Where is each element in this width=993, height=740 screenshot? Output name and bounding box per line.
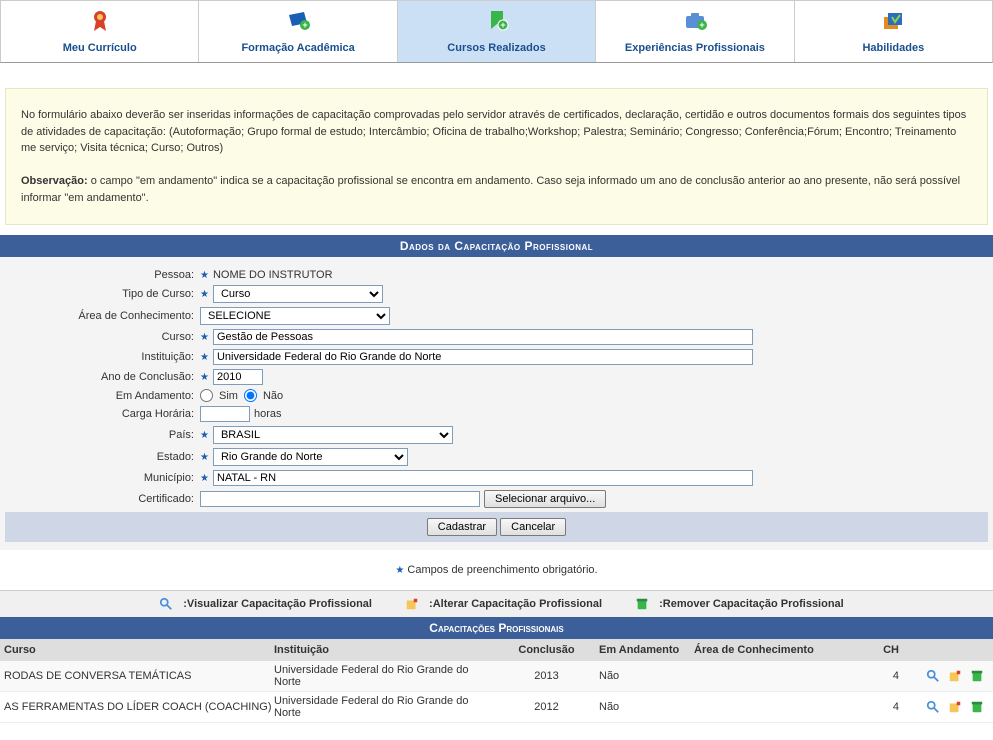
tipo-select[interactable]: Curso [213, 285, 383, 303]
pessoa-value: NOME DO INSTRUTOR [213, 269, 333, 281]
cell-concl: 2012 [494, 701, 599, 713]
radio-nao[interactable] [244, 389, 257, 402]
cert-input[interactable] [200, 491, 480, 507]
label-cert: Certificado: [5, 493, 200, 505]
main-tabs: Meu Currículo + Formação Acadêmica + Cur… [0, 0, 993, 63]
table-row: AS FERRAMENTAS DO LÍDER COACH (COACHING)… [0, 692, 993, 723]
table-columns: Curso Instituição Conclusão Em Andamento… [0, 639, 993, 661]
tab-curriculo[interactable]: Meu Currículo [1, 1, 199, 62]
col-inst: Instituição [274, 644, 494, 656]
file-select-button[interactable]: Selecionar arquivo... [484, 490, 606, 508]
col-curso: Curso [4, 644, 274, 656]
label-municipio: Município: [5, 472, 200, 484]
required-caption: ★ Campos de preenchimento obrigatório. [0, 564, 993, 576]
svg-text:+: + [699, 20, 704, 30]
label-curso: Curso: [5, 331, 200, 343]
cell-ch: 4 [864, 670, 899, 682]
tab-label: Cursos Realizados [403, 42, 590, 54]
tab-label: Experiências Profissionais [601, 42, 788, 54]
cell-inst: Universidade Federal do Rio Grande do No… [274, 664, 494, 688]
mun-input[interactable] [213, 470, 753, 486]
svg-text:+: + [500, 20, 505, 30]
legend-del: :Remover Capacitação Profissional [625, 598, 844, 610]
legend-view: :Visualizar Capacitação Profissional [149, 598, 375, 610]
required-star: ★ [200, 430, 209, 441]
legend-bar: :Visualizar Capacitação Profissional :Al… [0, 590, 993, 617]
tab-label: Formação Acadêmica [204, 42, 391, 54]
label-pais: País: [5, 429, 200, 441]
svg-text:+: + [302, 20, 307, 30]
required-star: ★ [200, 332, 209, 343]
edit-icon[interactable] [948, 700, 962, 714]
pais-select[interactable]: BRASIL [213, 426, 453, 444]
table-title: Capacitações Profissionais [0, 617, 993, 639]
label-area: Área de Conhecimento: [5, 310, 200, 322]
col-concl: Conclusão [494, 644, 599, 656]
tab-habilidades[interactable]: Habilidades [795, 1, 992, 62]
required-star: ★ [200, 473, 209, 484]
required-star: ★ [200, 289, 209, 300]
book-icon: + [286, 9, 310, 33]
cell-and: Não [599, 670, 694, 682]
ch-input[interactable] [200, 406, 250, 422]
area-select[interactable]: SELECIONE [200, 307, 390, 325]
label-ch: Carga Horária: [5, 408, 200, 420]
label-inst: Instituição: [5, 351, 200, 363]
required-star: ★ [395, 565, 404, 576]
label-estado: Estado: [5, 451, 200, 463]
magnifier-icon [159, 597, 173, 611]
label-ano: Ano de Conclusão: [5, 371, 200, 383]
skills-icon [881, 9, 905, 33]
cell-and: Não [599, 701, 694, 713]
edit-icon [405, 597, 419, 611]
col-area: Área de Conhecimento [694, 644, 864, 656]
inst-input[interactable] [213, 349, 753, 365]
tab-experiencias[interactable]: + Experiências Profissionais [596, 1, 794, 62]
cadastrar-button[interactable]: Cadastrar [427, 518, 497, 536]
table-row: RODAS DE CONVERSA TEMÁTICASUniversidade … [0, 661, 993, 692]
required-star: ★ [200, 352, 209, 363]
curso-input[interactable] [213, 329, 753, 345]
label-tipo: Tipo de Curso: [5, 288, 200, 300]
required-star: ★ [200, 372, 209, 383]
label-andamento: Em Andamento: [5, 390, 200, 402]
ano-input[interactable] [213, 369, 263, 385]
col-and: Em Andamento [599, 644, 694, 656]
cell-curso: AS FERRAMENTAS DO LÍDER COACH (COACHING) [4, 701, 274, 713]
button-bar: Cadastrar Cancelar [5, 512, 988, 542]
view-icon[interactable] [926, 700, 940, 714]
label-pessoa: Pessoa: [5, 269, 200, 281]
radio-sim[interactable] [200, 389, 213, 402]
cell-concl: 2013 [494, 670, 599, 682]
bookmark-icon: + [485, 9, 509, 33]
cell-inst: Universidade Federal do Rio Grande do No… [274, 695, 494, 719]
form-area: Pessoa: ★ NOME DO INSTRUTOR Tipo de Curso… [0, 257, 993, 550]
ribbon-icon [88, 9, 112, 33]
delete-icon[interactable] [970, 700, 984, 714]
required-star: ★ [200, 270, 209, 281]
briefcase-icon: + [683, 9, 707, 33]
col-ch: CH [864, 644, 899, 656]
tab-label: Habilidades [800, 42, 987, 54]
required-star: ★ [200, 452, 209, 463]
cell-curso: RODAS DE CONVERSA TEMÁTICAS [4, 670, 274, 682]
info-box: No formulário abaixo deverão ser inserid… [5, 88, 988, 225]
section-header: Dados da Capacitação Profissional [0, 235, 993, 257]
info-observation: Observação: o campo "em andamento" indic… [21, 173, 972, 206]
edit-icon[interactable] [948, 669, 962, 683]
table-body: RODAS DE CONVERSA TEMÁTICASUniversidade … [0, 661, 993, 723]
delete-icon[interactable] [970, 669, 984, 683]
tab-label: Meu Currículo [6, 42, 193, 54]
info-paragraph: No formulário abaixo deverão ser inserid… [21, 107, 972, 157]
estado-select[interactable]: Rio Grande do Norte [213, 448, 408, 466]
cancelar-button[interactable]: Cancelar [500, 518, 566, 536]
tab-cursos[interactable]: + Cursos Realizados [398, 1, 596, 62]
tab-formacao[interactable]: + Formação Acadêmica [199, 1, 397, 62]
cell-ch: 4 [864, 701, 899, 713]
view-icon[interactable] [926, 669, 940, 683]
trash-icon [635, 597, 649, 611]
legend-edit: :Alterar Capacitação Profissional [395, 598, 605, 610]
